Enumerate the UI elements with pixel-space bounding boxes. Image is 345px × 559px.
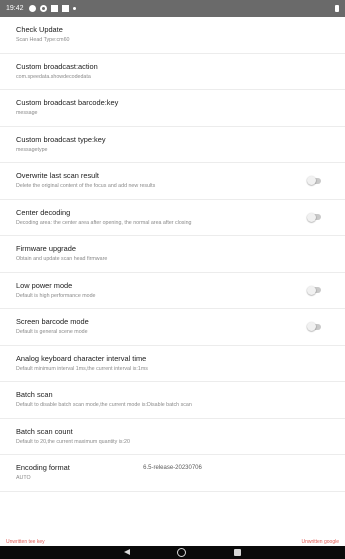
setting-summary: Default is general scene mode [16,329,88,336]
setting-title: Custom broadcast type:key [16,134,106,144]
toggle-switch[interactable] [307,285,321,295]
setting-summary: Default minimum interval 1ms,the current… [16,365,148,372]
setting-summary: message [16,110,38,117]
setting-title: Low power mode [16,280,73,290]
setting-analog-keyboard-interval[interactable]: Analog keyboard character interval time D… [0,346,345,382]
setting-batch-scan-count[interactable]: Batch scan count Default to 20,the curren… [0,419,345,455]
setting-screen-barcode-mode[interactable]: Screen barcode mode Default is general sc… [0,309,345,346]
setting-summary: Default to 20,the current maximum quanti… [16,438,130,445]
setting-overwrite-last-scan-result[interactable]: Overwrite last scan result Delete the ori… [0,163,345,200]
setting-summary: Default is high performance mode [16,292,96,299]
setting-low-power-mode[interactable]: Low power mode Default is high performanc… [0,273,345,309]
battery-icon [335,5,339,12]
toggle-switch[interactable] [307,322,321,332]
navigation-bar [0,546,345,559]
setting-title: Custom broadcast barcode:key [16,98,119,108]
setting-encoding-format[interactable]: Encoding format AUTO [0,455,345,492]
status-time: 19:42 [6,5,24,12]
setting-title: Overwrite last scan result [16,171,99,181]
toggle-thumb [307,285,316,295]
setting-batch-scan[interactable]: Batch scan Default to disable batch scan … [0,382,345,419]
home-icon[interactable] [177,548,186,557]
toggle-thumb [307,322,316,332]
setting-summary: Default to disable batch scan mode,the c… [16,402,192,409]
dot-icon [72,7,76,10]
setting-title: Custom broadcast:action [16,61,98,71]
square-icon [61,5,69,12]
setting-title: Batch scan count [16,426,73,436]
setting-summary: Obtain and update scan head firmware [16,256,108,263]
setting-title: Batch scan [16,390,53,400]
setting-firmware-upgrade[interactable]: Firmware upgrade Obtain and update scan h… [0,236,345,273]
setting-title: Check Update [16,25,63,35]
toggle-switch[interactable] [307,212,321,222]
setting-title: Firmware upgrade [16,244,76,254]
setting-title: Screen barcode mode [16,317,89,327]
watermark-right: Unwritten google [301,539,339,545]
setting-summary: Delete the original content of the focus… [16,183,156,190]
setting-custom-broadcast-action[interactable]: Custom broadcast:action com.speedata.show… [0,54,345,90]
version-label: 6.5-release-20230706 [143,465,202,471]
setting-custom-broadcast-type-key[interactable]: Custom broadcast type:key messagetype [0,127,345,163]
square-icon [50,5,58,12]
watermark-left: Unwritten tee key [6,539,45,545]
toggle-thumb [307,176,316,186]
setting-center-decoding[interactable]: Center decoding Decoding area: the center… [0,200,345,236]
setting-summary: AUTO [16,475,31,482]
setting-custom-broadcast-barcode-key[interactable]: Custom broadcast barcode:key message [0,90,345,127]
settings-list: Check Update Scan Head Type:cm60 Custom br… [0,17,345,492]
setting-summary: Decoding area: the center area after ope… [16,219,192,226]
back-icon[interactable] [124,549,130,555]
setting-summary: com.speedata.showdecodedata [16,73,91,80]
setting-title: Center decoding [16,207,71,217]
p-icon [28,5,36,12]
toggle-thumb [307,212,316,222]
recents-icon[interactable] [234,549,241,556]
toggle-switch[interactable] [307,176,321,186]
setting-summary: messagetype [16,146,48,153]
setting-check-update[interactable]: Check Update Scan Head Type:cm60 [0,17,345,54]
setting-title: Analog keyboard character interval time [16,353,147,363]
status-bar: 19:42 [0,0,345,17]
setting-summary: Scan Head Type:cm60 [16,37,70,44]
gear-icon [39,5,47,12]
